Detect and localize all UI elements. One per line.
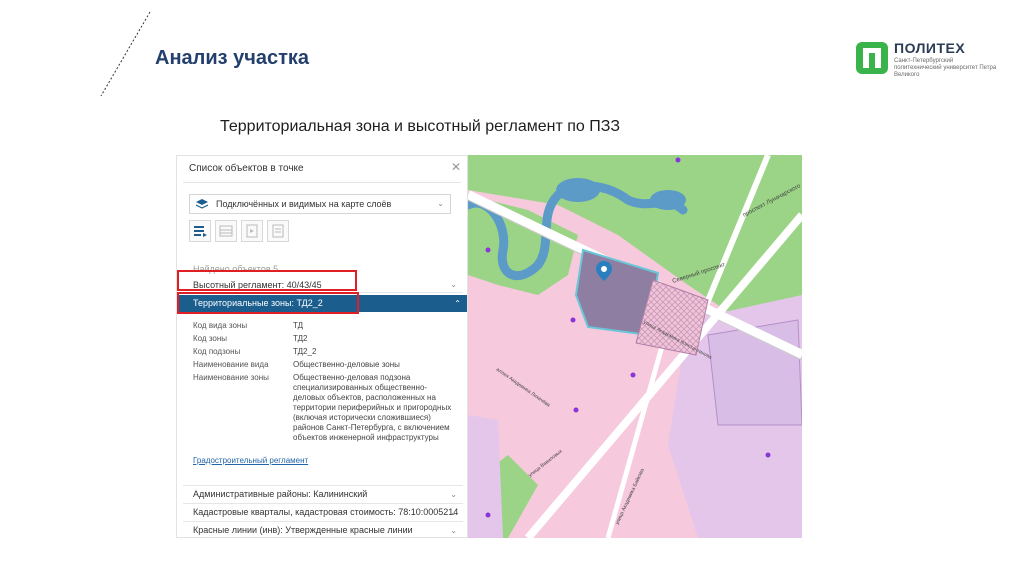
attribute-value: ТД2_2: [293, 347, 317, 356]
poi-marker: [765, 452, 771, 458]
attribute-key: Наименование зоны: [193, 373, 269, 382]
attribute-row: Код подзоны ТД2_2: [193, 347, 463, 357]
slide-subtitle: Территориальная зона и высотный регламен…: [220, 118, 621, 135]
attribute-value: Общественно-деловая подзона специализиро…: [293, 373, 452, 442]
accordion-label: Кадастровые кварталы, кадастровая стоимо…: [193, 507, 459, 517]
divider: [183, 182, 461, 183]
document-icon: [246, 224, 258, 238]
print-button[interactable]: [267, 220, 289, 242]
highlight-height-regulation: [177, 270, 357, 291]
attribute-key: Код вида зоны: [193, 321, 248, 330]
chevron-down-icon: ⌄: [437, 199, 444, 208]
accordion-label: Красные линии (инв): Утвержденные красны…: [193, 525, 413, 535]
attribute-row: Наименование вида Общественно-деловые зон…: [193, 360, 463, 370]
slide-title: Анализ участка: [155, 47, 310, 69]
table-button[interactable]: [215, 220, 237, 242]
chevron-down-icon: ⌄: [450, 280, 457, 289]
objects-at-point-panel: Список объектов в точке ✕ Подключённых и…: [176, 155, 468, 538]
pond-1: [556, 178, 600, 202]
chevron-up-icon: ⌃: [454, 299, 461, 308]
poi-marker: [485, 512, 491, 518]
logo-tagline: Санкт-Петербургский политехнический унив…: [894, 58, 997, 78]
attribute-key: Код подзоны: [193, 347, 241, 356]
urban-regulation-link[interactable]: Градостроительный регламент: [193, 456, 308, 465]
chevron-down-icon: ⌄: [450, 490, 457, 499]
layer-select[interactable]: Подключённых и видимых на карте слоёв ⌄: [189, 194, 451, 214]
accordion-label: Административные районы: Калининский: [193, 489, 368, 499]
attribute-value: Общественно-деловые зоны: [293, 360, 400, 369]
table-icon: [219, 225, 233, 237]
list-export-button[interactable]: [189, 220, 211, 242]
pond-2: [650, 190, 686, 210]
politech-logo-icon: [856, 42, 888, 74]
attribute-row: Наименование зоны Общественно-деловая под…: [193, 373, 463, 443]
accordion-cadastral[interactable]: Кадастровые кварталы, кадастровая стоимо…: [183, 503, 463, 520]
poi-marker: [630, 372, 636, 378]
decorative-diagonal-line: [100, 11, 151, 97]
print-icon: [272, 224, 284, 238]
layer-select-value: Подключённых и видимых на карте слоёв: [216, 199, 392, 209]
poi-marker: [570, 317, 576, 323]
highlight-territorial-zones: [177, 292, 359, 314]
politech-logo: ПОЛИТЕХ Санкт-Петербургский политехничес…: [856, 40, 996, 80]
attribute-row: Код зоны ТД2: [193, 334, 463, 344]
zoning-map[interactable]: проспект Луначарского Северный проспект …: [468, 155, 802, 538]
poi-marker: [573, 407, 579, 413]
attribute-value: ТД2: [293, 334, 308, 343]
accordion-red-lines[interactable]: Красные линии (инв): Утвержденные красны…: [183, 521, 463, 538]
attribute-value: ТД: [293, 321, 304, 330]
panel-header: Список объектов в точке: [189, 163, 304, 174]
layers-icon: [195, 199, 209, 209]
logo-name: ПОЛИТЕХ: [894, 40, 966, 56]
purple-zone-west: [468, 415, 503, 538]
list-icon: [194, 226, 207, 237]
attribute-key: Наименование вида: [193, 360, 269, 369]
poi-marker: [485, 247, 491, 253]
chevron-down-icon: ⌄: [450, 526, 457, 535]
document-button[interactable]: [241, 220, 263, 242]
close-icon[interactable]: ✕: [451, 160, 461, 174]
poi-marker: [675, 157, 681, 163]
attribute-key: Код зоны: [193, 334, 228, 343]
map-canvas[interactable]: проспект Луначарского Северный проспект …: [468, 155, 802, 538]
chevron-down-icon: ⌄: [450, 508, 457, 517]
attribute-row: Код вида зоны ТД: [193, 321, 463, 331]
zone-attributes: Код вида зоны ТД Код зоны ТД2 Код подзоны Т…: [193, 321, 463, 446]
accordion-admin-districts[interactable]: Административные районы: Калининский ⌄: [183, 485, 463, 502]
